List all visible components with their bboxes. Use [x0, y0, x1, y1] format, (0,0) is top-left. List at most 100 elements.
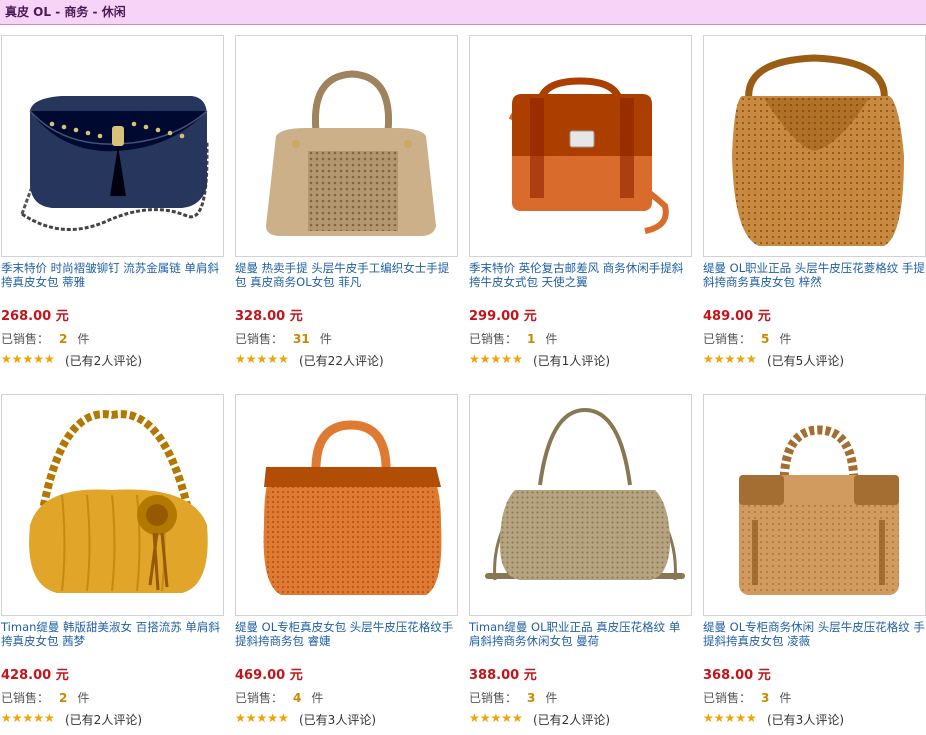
- sold-number: 4: [293, 691, 302, 705]
- star-rating-icon: ★★★★★ ★★★★★: [1, 352, 61, 366]
- product-price: 428.00 元: [1, 668, 69, 683]
- reviews-link[interactable]: (已有2人评论): [533, 713, 610, 727]
- category-title: 真皮 OL - 商务 - 休闲: [5, 5, 126, 19]
- sold-number: 1: [527, 332, 536, 346]
- product-image: [2, 395, 223, 615]
- sold-label: 已销售：: [703, 332, 752, 346]
- sold-label: 已销售：: [469, 691, 518, 705]
- product-card: 季末特价 英伦复古邮差风 商务休闲手提斜挎牛皮女式包 天使之翼 299.00 元…: [469, 35, 692, 375]
- sold-label: 已销售：: [235, 332, 284, 346]
- reviews-link[interactable]: (已有1人评论): [533, 354, 610, 368]
- star-fill: ★★★★★: [469, 352, 523, 366]
- product-image-link[interactable]: [469, 394, 692, 616]
- product-image-link[interactable]: [703, 35, 926, 257]
- product-card: 缇曼 热卖手提 头层牛皮手工编织女士手提包 真皮商务OL女包 菲凡 328.00…: [235, 35, 458, 375]
- product-name-link[interactable]: 缇曼 OL专柜商务休闲 头层牛皮压花格纹 手提斜挎真皮女包 凌薇: [703, 620, 925, 650]
- product-image-link[interactable]: [235, 394, 458, 616]
- sold-unit: 件: [779, 332, 792, 346]
- sales-count: 已销售： 31 件: [235, 332, 332, 346]
- sold-number: 2: [59, 332, 68, 346]
- sold-unit: 件: [77, 332, 90, 346]
- product-image: [2, 36, 223, 256]
- product-price: 469.00 元: [235, 668, 303, 683]
- star-fill: ★★★★★: [1, 352, 55, 366]
- rating-row: ★★★★★ ★★★★★ (已有5人评论): [703, 352, 844, 368]
- rating-row: ★★★★★ ★★★★★ (已有2人评论): [1, 352, 142, 368]
- sold-label: 已销售：: [235, 691, 284, 705]
- sales-count: 已销售： 3 件: [703, 691, 791, 705]
- reviews-link[interactable]: (已有5人评论): [767, 354, 844, 368]
- sold-number: 5: [761, 332, 770, 346]
- sales-count: 已销售： 1 件: [469, 332, 557, 346]
- product-name-link[interactable]: 季末特价 时尚褶皱铆钉 流苏金属链 单肩斜挎真皮女包 蒂雅: [1, 261, 223, 291]
- sold-unit: 件: [77, 691, 90, 705]
- product-image: [470, 395, 691, 615]
- reviews-link[interactable]: (已有2人评论): [65, 354, 142, 368]
- sold-number: 31: [293, 332, 310, 346]
- product-price: 388.00 元: [469, 668, 537, 683]
- product-name-link[interactable]: 缇曼 OL职业正品 头层牛皮压花菱格纹 手提斜挎商务真皮女包 梓然: [703, 261, 925, 291]
- reviews-link[interactable]: (已有2人评论): [65, 713, 142, 727]
- product-image-link[interactable]: [1, 394, 224, 616]
- product-price: 299.00 元: [469, 309, 537, 324]
- star-rating-icon: ★★★★★ ★★★★★: [235, 352, 295, 366]
- star-rating-icon: ★★★★★ ★★★★★: [703, 711, 763, 725]
- product-card: Timan缇曼 韩版甜美淑女 百搭流苏 单肩斜挎真皮女包 茜梦 428.00 元…: [1, 394, 224, 734]
- star-fill: ★★★★★: [703, 352, 757, 366]
- star-rating-icon: ★★★★★ ★★★★★: [1, 711, 61, 725]
- product-card: 季末特价 时尚褶皱铆钉 流苏金属链 单肩斜挎真皮女包 蒂雅 268.00 元 已…: [1, 35, 224, 375]
- product-name-link[interactable]: Timan缇曼 OL职业正品 真皮压花格纹 单肩斜挎商务休闲女包 曼荷: [469, 620, 691, 650]
- product-price: 489.00 元: [703, 309, 771, 324]
- star-rating-icon: ★★★★★ ★★★★★: [469, 352, 529, 366]
- sold-number: 2: [59, 691, 68, 705]
- star-rating-icon: ★★★★★ ★★★★★: [469, 711, 523, 725]
- product-image: [236, 395, 457, 615]
- category-header: 真皮 OL - 商务 - 休闲: [0, 0, 926, 25]
- reviews-link[interactable]: (已有22人评论): [299, 354, 384, 368]
- sold-label: 已销售：: [703, 691, 752, 705]
- sold-unit: 件: [545, 691, 558, 705]
- product-image: [470, 36, 691, 256]
- sold-label: 已销售：: [469, 332, 518, 346]
- product-price: 368.00 元: [703, 668, 771, 683]
- rating-row: ★★★★★ ★★★★★ (已有3人评论): [703, 711, 844, 727]
- rating-row: ★★★★★ ★★★★★ (已有1人评论): [469, 352, 610, 368]
- rating-row: ★★★★★ ★★★★★ (已有2人评论): [469, 711, 610, 727]
- product-image: [236, 36, 457, 256]
- star-fill: ★★★★★: [703, 711, 757, 725]
- product-card: 缇曼 OL专柜商务休闲 头层牛皮压花格纹 手提斜挎真皮女包 凌薇 368.00 …: [703, 394, 926, 734]
- product-price: 268.00 元: [1, 309, 69, 324]
- sold-label: 已销售：: [1, 332, 50, 346]
- sold-unit: 件: [779, 691, 792, 705]
- product-image-link[interactable]: [703, 394, 926, 616]
- product-image: [704, 395, 925, 615]
- product-image: [704, 36, 925, 256]
- star-fill: ★★★★★: [469, 711, 523, 725]
- sales-count: 已销售： 2 件: [1, 691, 89, 705]
- star-fill: ★★★★★: [1, 711, 55, 725]
- rating-row: ★★★★★ ★★★★★ (已有22人评论): [235, 352, 384, 368]
- reviews-link[interactable]: (已有3人评论): [767, 713, 844, 727]
- star-rating-icon: ★★★★★ ★★★★★: [703, 352, 763, 366]
- reviews-link[interactable]: (已有3人评论): [299, 713, 376, 727]
- star-rating-icon: ★★★★★ ★★★★★: [235, 711, 295, 725]
- product-name-link[interactable]: Timan缇曼 韩版甜美淑女 百搭流苏 单肩斜挎真皮女包 茜梦: [1, 620, 223, 650]
- sold-unit: 件: [311, 691, 324, 705]
- sales-count: 已销售： 3 件: [469, 691, 557, 705]
- product-name-link[interactable]: 缇曼 热卖手提 头层牛皮手工编织女士手提包 真皮商务OL女包 菲凡: [235, 261, 457, 291]
- product-card: 缇曼 OL专柜真皮女包 头层牛皮压花格纹手提斜挎商务包 睿婕 469.00 元 …: [235, 394, 458, 734]
- sales-count: 已销售： 4 件: [235, 691, 323, 705]
- product-image-link[interactable]: [1, 35, 224, 257]
- product-card: 缇曼 OL职业正品 头层牛皮压花菱格纹 手提斜挎商务真皮女包 梓然 489.00…: [703, 35, 926, 375]
- star-fill: ★★★★★: [235, 711, 289, 725]
- product-image-link[interactable]: [235, 35, 458, 257]
- sold-unit: 件: [545, 332, 558, 346]
- product-name-link[interactable]: 季末特价 英伦复古邮差风 商务休闲手提斜挎牛皮女式包 天使之翼: [469, 261, 691, 291]
- sold-number: 3: [761, 691, 770, 705]
- product-card: Timan缇曼 OL职业正品 真皮压花格纹 单肩斜挎商务休闲女包 曼荷 388.…: [469, 394, 692, 734]
- product-name-link[interactable]: 缇曼 OL专柜真皮女包 头层牛皮压花格纹手提斜挎商务包 睿婕: [235, 620, 457, 650]
- sold-number: 3: [527, 691, 536, 705]
- product-image-link[interactable]: [469, 35, 692, 257]
- sales-count: 已销售： 2 件: [1, 332, 89, 346]
- star-fill: ★★★★★: [235, 352, 289, 366]
